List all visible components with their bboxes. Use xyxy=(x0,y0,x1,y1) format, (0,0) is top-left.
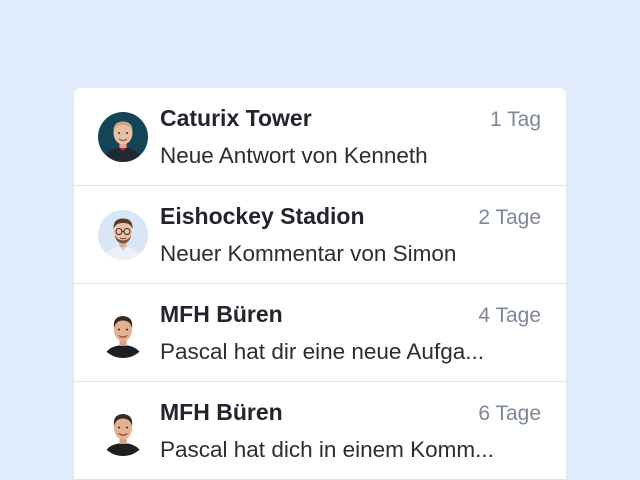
notification-title: Caturix Tower xyxy=(160,105,312,131)
notification-time: 1 Tag xyxy=(490,108,541,131)
notification-list: Caturix Tower 1 Tag Neue Antwort von Ken… xyxy=(74,88,566,479)
avatar-kenneth-icon xyxy=(98,112,148,162)
notification-item[interactable]: MFH Büren 6 Tage Pascal hat dich in eine… xyxy=(74,382,566,479)
notification-message: Neuer Kommentar von Simon xyxy=(160,241,457,266)
notification-time: 4 Tage xyxy=(478,304,541,327)
notification-title: Eishockey Stadion xyxy=(160,203,365,229)
notification-message: Pascal hat dich in einem Komm... xyxy=(160,437,494,462)
notification-message: Neue Antwort von Kenneth xyxy=(160,143,428,168)
notification-time: 6 Tage xyxy=(478,402,541,425)
notification-item[interactable]: Eishockey Stadion 2 Tage Neuer Kommentar… xyxy=(74,186,566,284)
notification-item[interactable]: Caturix Tower 1 Tag Neue Antwort von Ken… xyxy=(74,88,566,186)
avatar-simon-icon xyxy=(98,210,148,260)
notification-title: MFH Büren xyxy=(160,399,283,425)
notification-item[interactable]: MFH Büren 4 Tage Pascal hat dir eine neu… xyxy=(74,284,566,382)
notification-time: 2 Tage xyxy=(478,206,541,229)
avatar-pascal-icon xyxy=(98,406,148,456)
avatar-pascal-icon xyxy=(98,308,148,358)
notification-message: Pascal hat dir eine neue Aufga... xyxy=(160,339,484,364)
notification-title: MFH Büren xyxy=(160,301,283,327)
